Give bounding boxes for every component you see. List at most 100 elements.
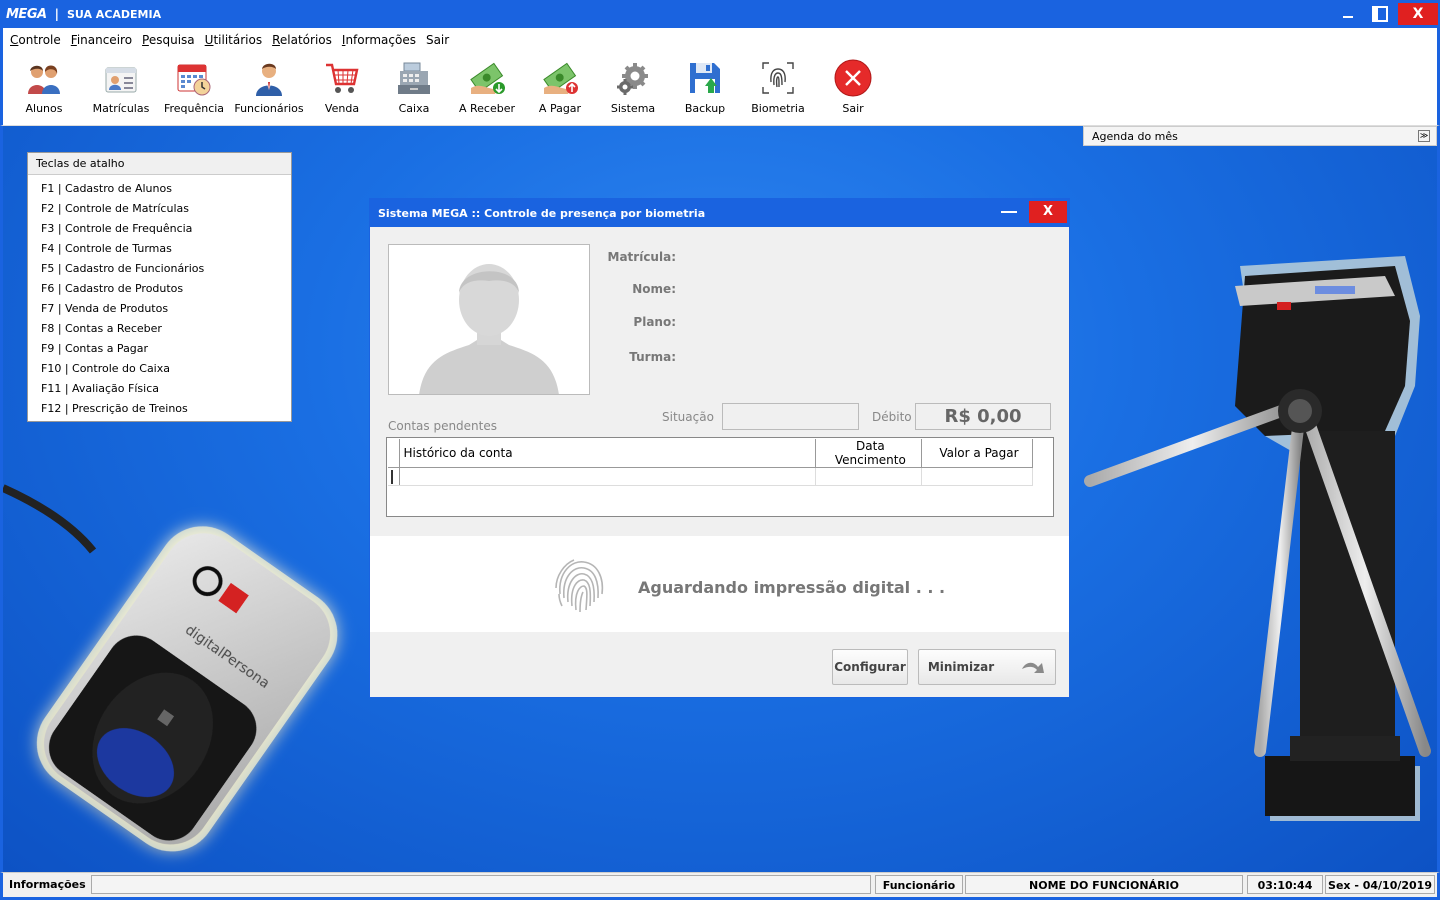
window-controls: X bbox=[1334, 0, 1440, 28]
arrow-redirect-icon bbox=[1022, 662, 1045, 673]
turnstile-image bbox=[1084, 256, 1431, 821]
shortcut-item: F5 | Cadastro de Funcionários bbox=[41, 262, 205, 275]
configurar-button[interactable]: Configurar bbox=[832, 649, 908, 685]
row-indicator bbox=[388, 467, 400, 486]
shortcut-item: F10 | Controle do Caixa bbox=[41, 362, 170, 375]
menu-relatorios[interactable]: Relatórios bbox=[267, 33, 337, 47]
maximize-window-button[interactable] bbox=[1366, 3, 1394, 25]
debito-value: R$ 0,00 bbox=[915, 403, 1051, 430]
minimizar-button[interactable]: Minimizar bbox=[918, 649, 1056, 685]
table-cell[interactable] bbox=[399, 467, 816, 486]
dialog-title: Sistema MEGA :: Controle de presença por… bbox=[378, 206, 706, 220]
toolbar-button-a-pagar[interactable]: A Pagar bbox=[523, 52, 597, 126]
dialog-title-bar: Sistema MEGA :: Controle de presença por… bbox=[370, 199, 1069, 227]
shortcut-item: F4 | Controle de Turmas bbox=[41, 242, 172, 255]
shortcut-item: F9 | Contas a Pagar bbox=[41, 342, 149, 355]
biometric-attendance-dialog: Sistema MEGA :: Controle de presença por… bbox=[369, 198, 1070, 698]
toolbar-label: Sair bbox=[842, 102, 864, 115]
toolbar-label: Sistema bbox=[610, 102, 656, 115]
agenda-panel-header[interactable]: Agenda do mês ≫ bbox=[1083, 126, 1437, 146]
toolbar-label: Venda bbox=[324, 102, 360, 115]
shortcut-item: F8 | Contas a Receber bbox=[41, 322, 162, 335]
toolbar-button-funcionarios[interactable]: Funcionários bbox=[231, 52, 307, 126]
calendar-clock-icon bbox=[174, 58, 214, 98]
title-separator: | bbox=[54, 7, 59, 21]
status-bar: Informações Funcionário NOME DO FUNCIONÁ… bbox=[0, 872, 1440, 900]
shopping-cart-icon bbox=[322, 58, 362, 98]
toolbar-label: Alunos bbox=[25, 102, 63, 115]
col-historico[interactable]: Histórico da conta bbox=[399, 439, 816, 468]
menu-controle[interactable]: Controle bbox=[5, 33, 66, 47]
toolbar-button-matriculas[interactable]: Matrículas bbox=[85, 52, 157, 126]
toolbar-label: Backup bbox=[684, 102, 726, 115]
menu-informacoes[interactable]: Informações bbox=[337, 33, 421, 47]
toolbar-button-backup[interactable]: Backup bbox=[669, 52, 741, 126]
fingerprint-icon bbox=[758, 58, 798, 98]
table-cell[interactable] bbox=[815, 467, 922, 486]
agenda-label: Agenda do mês bbox=[1092, 129, 1178, 143]
status-info-field bbox=[91, 875, 871, 894]
chevron-down-icon[interactable]: ≫ bbox=[1418, 130, 1430, 142]
shortcut-item: F7 | Venda de Produtos bbox=[41, 302, 169, 315]
money-receive-icon bbox=[467, 58, 507, 98]
shortcuts-title: Teclas de atalho bbox=[28, 153, 291, 175]
floppy-disk-icon bbox=[685, 58, 725, 98]
fingerprint-reader-image: digitalPersona bbox=[3, 484, 338, 852]
table-cell[interactable] bbox=[921, 467, 1034, 486]
app-logo: MEGA bbox=[6, 6, 47, 22]
toolbar-label: Frequência bbox=[163, 102, 225, 115]
plano-label: Plano: bbox=[633, 315, 676, 329]
toolbar-button-sistema[interactable]: Sistema bbox=[597, 52, 669, 126]
app-title: SUA ACADEMIA bbox=[66, 7, 162, 21]
turma-label: Turma: bbox=[629, 350, 676, 364]
employee-label: Funcionário bbox=[875, 875, 963, 894]
close-window-button[interactable]: X bbox=[1398, 3, 1438, 25]
contas-pendentes-label: Contas pendentes bbox=[388, 419, 498, 433]
toolbar-label: Funcionários bbox=[234, 102, 304, 115]
dialog-close-button[interactable]: X bbox=[1029, 201, 1067, 223]
shortcut-item: F2 | Controle de Matrículas bbox=[41, 202, 189, 215]
col-data-vencimento[interactable]: Data Vencimento bbox=[815, 439, 922, 468]
title-bar: MEGA | SUA ACADEMIA X bbox=[0, 0, 1440, 28]
dialog-minimize-button[interactable] bbox=[1001, 211, 1017, 213]
toolbar-button-frequencia[interactable]: Frequência bbox=[157, 52, 231, 126]
situacao-field bbox=[722, 403, 859, 430]
toolbar-button-alunos[interactable]: Alunos bbox=[3, 52, 85, 126]
main-toolbar: Alunos Matrículas Frequência Funcionários Ve… bbox=[0, 52, 1440, 126]
situacao-label: Situação bbox=[662, 410, 714, 424]
toolbar-button-a-receber[interactable]: A Receber bbox=[451, 52, 523, 126]
menu-bar: Controle Financeiro Pesquisa Utilitários Rel… bbox=[0, 28, 1440, 52]
toolbar-button-sair[interactable]: Sair bbox=[815, 52, 891, 126]
menu-sair[interactable]: Sair bbox=[421, 33, 454, 47]
toolbar-label: Caixa bbox=[398, 102, 430, 115]
shortcut-item: F1 | Cadastro de Alunos bbox=[41, 182, 172, 195]
money-pay-icon bbox=[540, 58, 580, 98]
maximize-icon bbox=[1372, 6, 1388, 22]
toolbar-label: A Pagar bbox=[538, 102, 582, 115]
employee-name: NOME DO FUNCIONÁRIO bbox=[965, 875, 1243, 894]
enrollment-card-icon bbox=[101, 58, 141, 98]
toolbar-button-biometria[interactable]: Biometria bbox=[741, 52, 815, 126]
toolbar-label: Matrículas bbox=[92, 102, 150, 115]
user-placeholder-icon bbox=[389, 245, 589, 394]
debito-label: Débito bbox=[872, 410, 912, 424]
toolbar-label: Biometria bbox=[751, 102, 805, 115]
table-row[interactable] bbox=[388, 467, 1034, 486]
col-valor-pagar[interactable]: Valor a Pagar bbox=[921, 439, 1034, 468]
exit-icon bbox=[833, 58, 873, 98]
waiting-fingerprint-text: Aguardando impressão digital . . . bbox=[638, 578, 946, 597]
shortcut-item: F6 | Cadastro de Produtos bbox=[41, 282, 184, 295]
member-photo bbox=[388, 244, 590, 395]
nome-label: Nome: bbox=[632, 282, 676, 296]
toolbar-label: A Receber bbox=[458, 102, 516, 115]
menu-financeiro[interactable]: Financeiro bbox=[66, 33, 137, 47]
shortcut-list: F1 | Cadastro de Alunos F2 | Controle de … bbox=[28, 175, 291, 419]
toolbar-button-caixa[interactable]: Caixa bbox=[377, 52, 451, 126]
pending-accounts-table[interactable]: Histórico da conta Data Vencimento Valor… bbox=[386, 437, 1054, 517]
employee-icon bbox=[249, 58, 289, 98]
minimize-window-button[interactable] bbox=[1334, 3, 1362, 25]
menu-utilitarios[interactable]: Utilitários bbox=[200, 33, 267, 47]
menu-pesquisa[interactable]: Pesquisa bbox=[137, 33, 200, 47]
toolbar-button-venda[interactable]: Venda bbox=[307, 52, 377, 126]
fingerprint-status-area: Aguardando impressão digital . . . bbox=[370, 536, 1069, 632]
